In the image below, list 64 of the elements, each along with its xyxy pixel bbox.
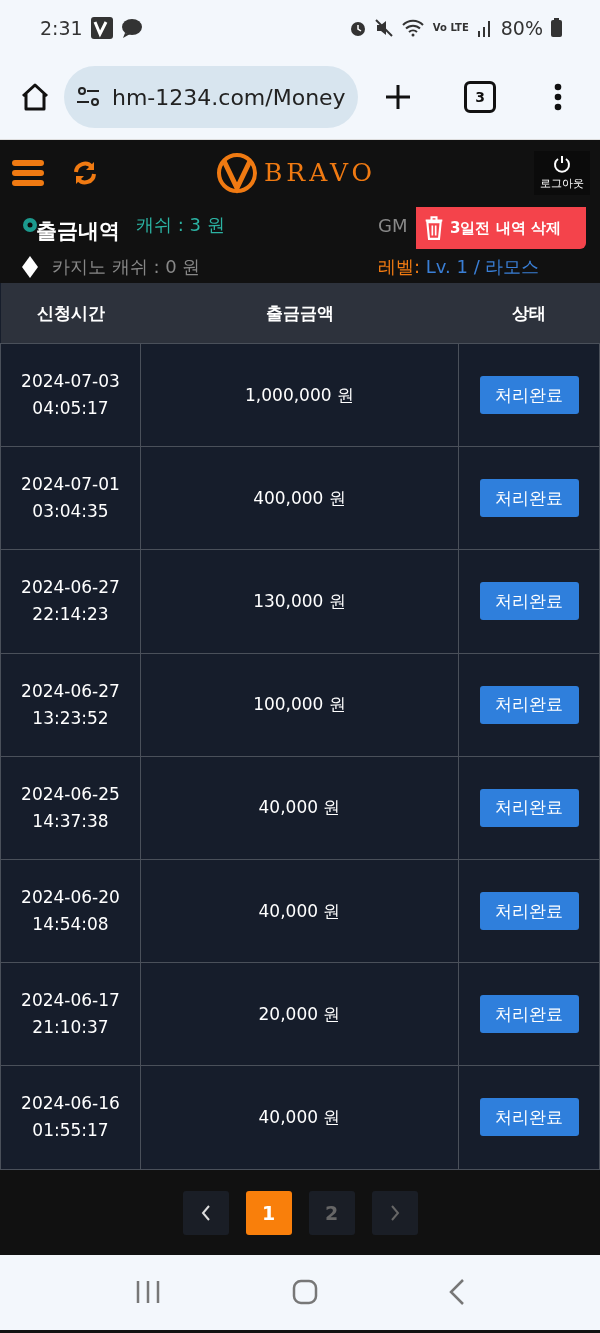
trash-icon [424,215,444,241]
signal-icon [476,18,493,37]
battery-icon [551,18,562,37]
status-button[interactable]: 처리완료 [479,376,579,415]
amount-cell: 20,000 원 [140,962,459,1066]
amount-cell: 40,000 원 [140,859,459,963]
status-button[interactable]: 처리완료 [479,685,579,724]
status-button[interactable]: 처리완료 [479,892,579,931]
page-button[interactable]: 2 [308,1190,355,1235]
amount-cell: 40,000 원 [140,756,459,860]
timezone-label: GM [378,214,408,236]
back-icon[interactable] [448,1279,465,1305]
mute-icon [374,18,393,37]
home-button-icon[interactable] [292,1279,318,1305]
casino-cash: 카지노 캐쉬 : 0 원 [52,255,201,279]
status-button[interactable]: 처리완료 [479,479,579,518]
status-time: 2:31 [40,16,83,39]
battery-percent: 80% [500,16,543,39]
request-time-cell: 2024-07-01 03:04:35 [0,446,141,550]
page-title: 출금내역 [36,218,120,245]
request-time-cell: 2024-06-27 22:14:23 [0,549,141,654]
amount-cell: 400,000 원 [140,446,459,550]
tab-count-button[interactable]: 3 [464,81,496,113]
refresh-icon[interactable] [72,159,98,186]
chat-bubble-icon [120,17,143,38]
request-time-cell: 2024-06-16 01:55:17 [0,1065,141,1169]
column-header: 출금금액 [265,302,334,323]
logo-emblem-icon [215,151,258,194]
wifi-icon [400,18,425,37]
new-tab-icon[interactable] [384,83,412,111]
power-icon [553,154,571,173]
previous-page-button[interactable] [182,1190,229,1235]
amount-cell: 40,000 원 [140,1065,459,1169]
network-label: Vo LTE [432,22,469,33]
request-time-cell: 2024-06-27 13:23:52 [0,653,141,757]
brand-name: BRAVO [263,158,377,187]
level-info: 레벨: Lv. 1 / 라모스 [378,255,541,279]
column-header: 상태 [512,302,546,323]
site-settings-icon[interactable] [76,86,100,108]
request-time-cell: 2024-07-03 04:05:17 [0,343,141,447]
status-button[interactable]: 처리완료 [479,995,579,1034]
amount-cell: 130,000 원 [140,549,459,654]
status-button[interactable]: 처리완료 [479,582,579,621]
amount-cell: 1,000,000 원 [140,343,459,447]
chevron-left-icon [199,1203,212,1222]
chevron-right-icon [388,1203,401,1222]
home-icon[interactable] [20,82,50,112]
request-time-cell: 2024-06-25 14:37:38 [0,756,141,860]
delete-history-button[interactable]: 3일전 내역 삭제 [416,207,586,249]
recent-apps-icon[interactable] [135,1280,162,1304]
menu-icon[interactable] [12,158,44,187]
request-time-cell: 2024-06-17 21:10:37 [0,962,141,1066]
request-time-cell: 2024-06-20 14:54:08 [0,859,141,963]
status-button[interactable]: 처리완료 [479,1098,579,1137]
amount-cell: 100,000 원 [140,653,459,757]
column-header: 신청시간 [36,302,105,323]
more-menu-icon[interactable] [554,83,562,111]
app-notification-icon [90,16,113,39]
address-bar[interactable]: hm-1234.com/Money [64,66,358,128]
page-button[interactable]: 1 [245,1190,292,1235]
sports-cash: 캐쉬 : 3 원 [136,213,225,237]
diamond-icon [22,256,38,278]
status-button[interactable]: 처리완료 [479,788,579,827]
logout-button[interactable]: 로그아웃 [534,150,590,195]
